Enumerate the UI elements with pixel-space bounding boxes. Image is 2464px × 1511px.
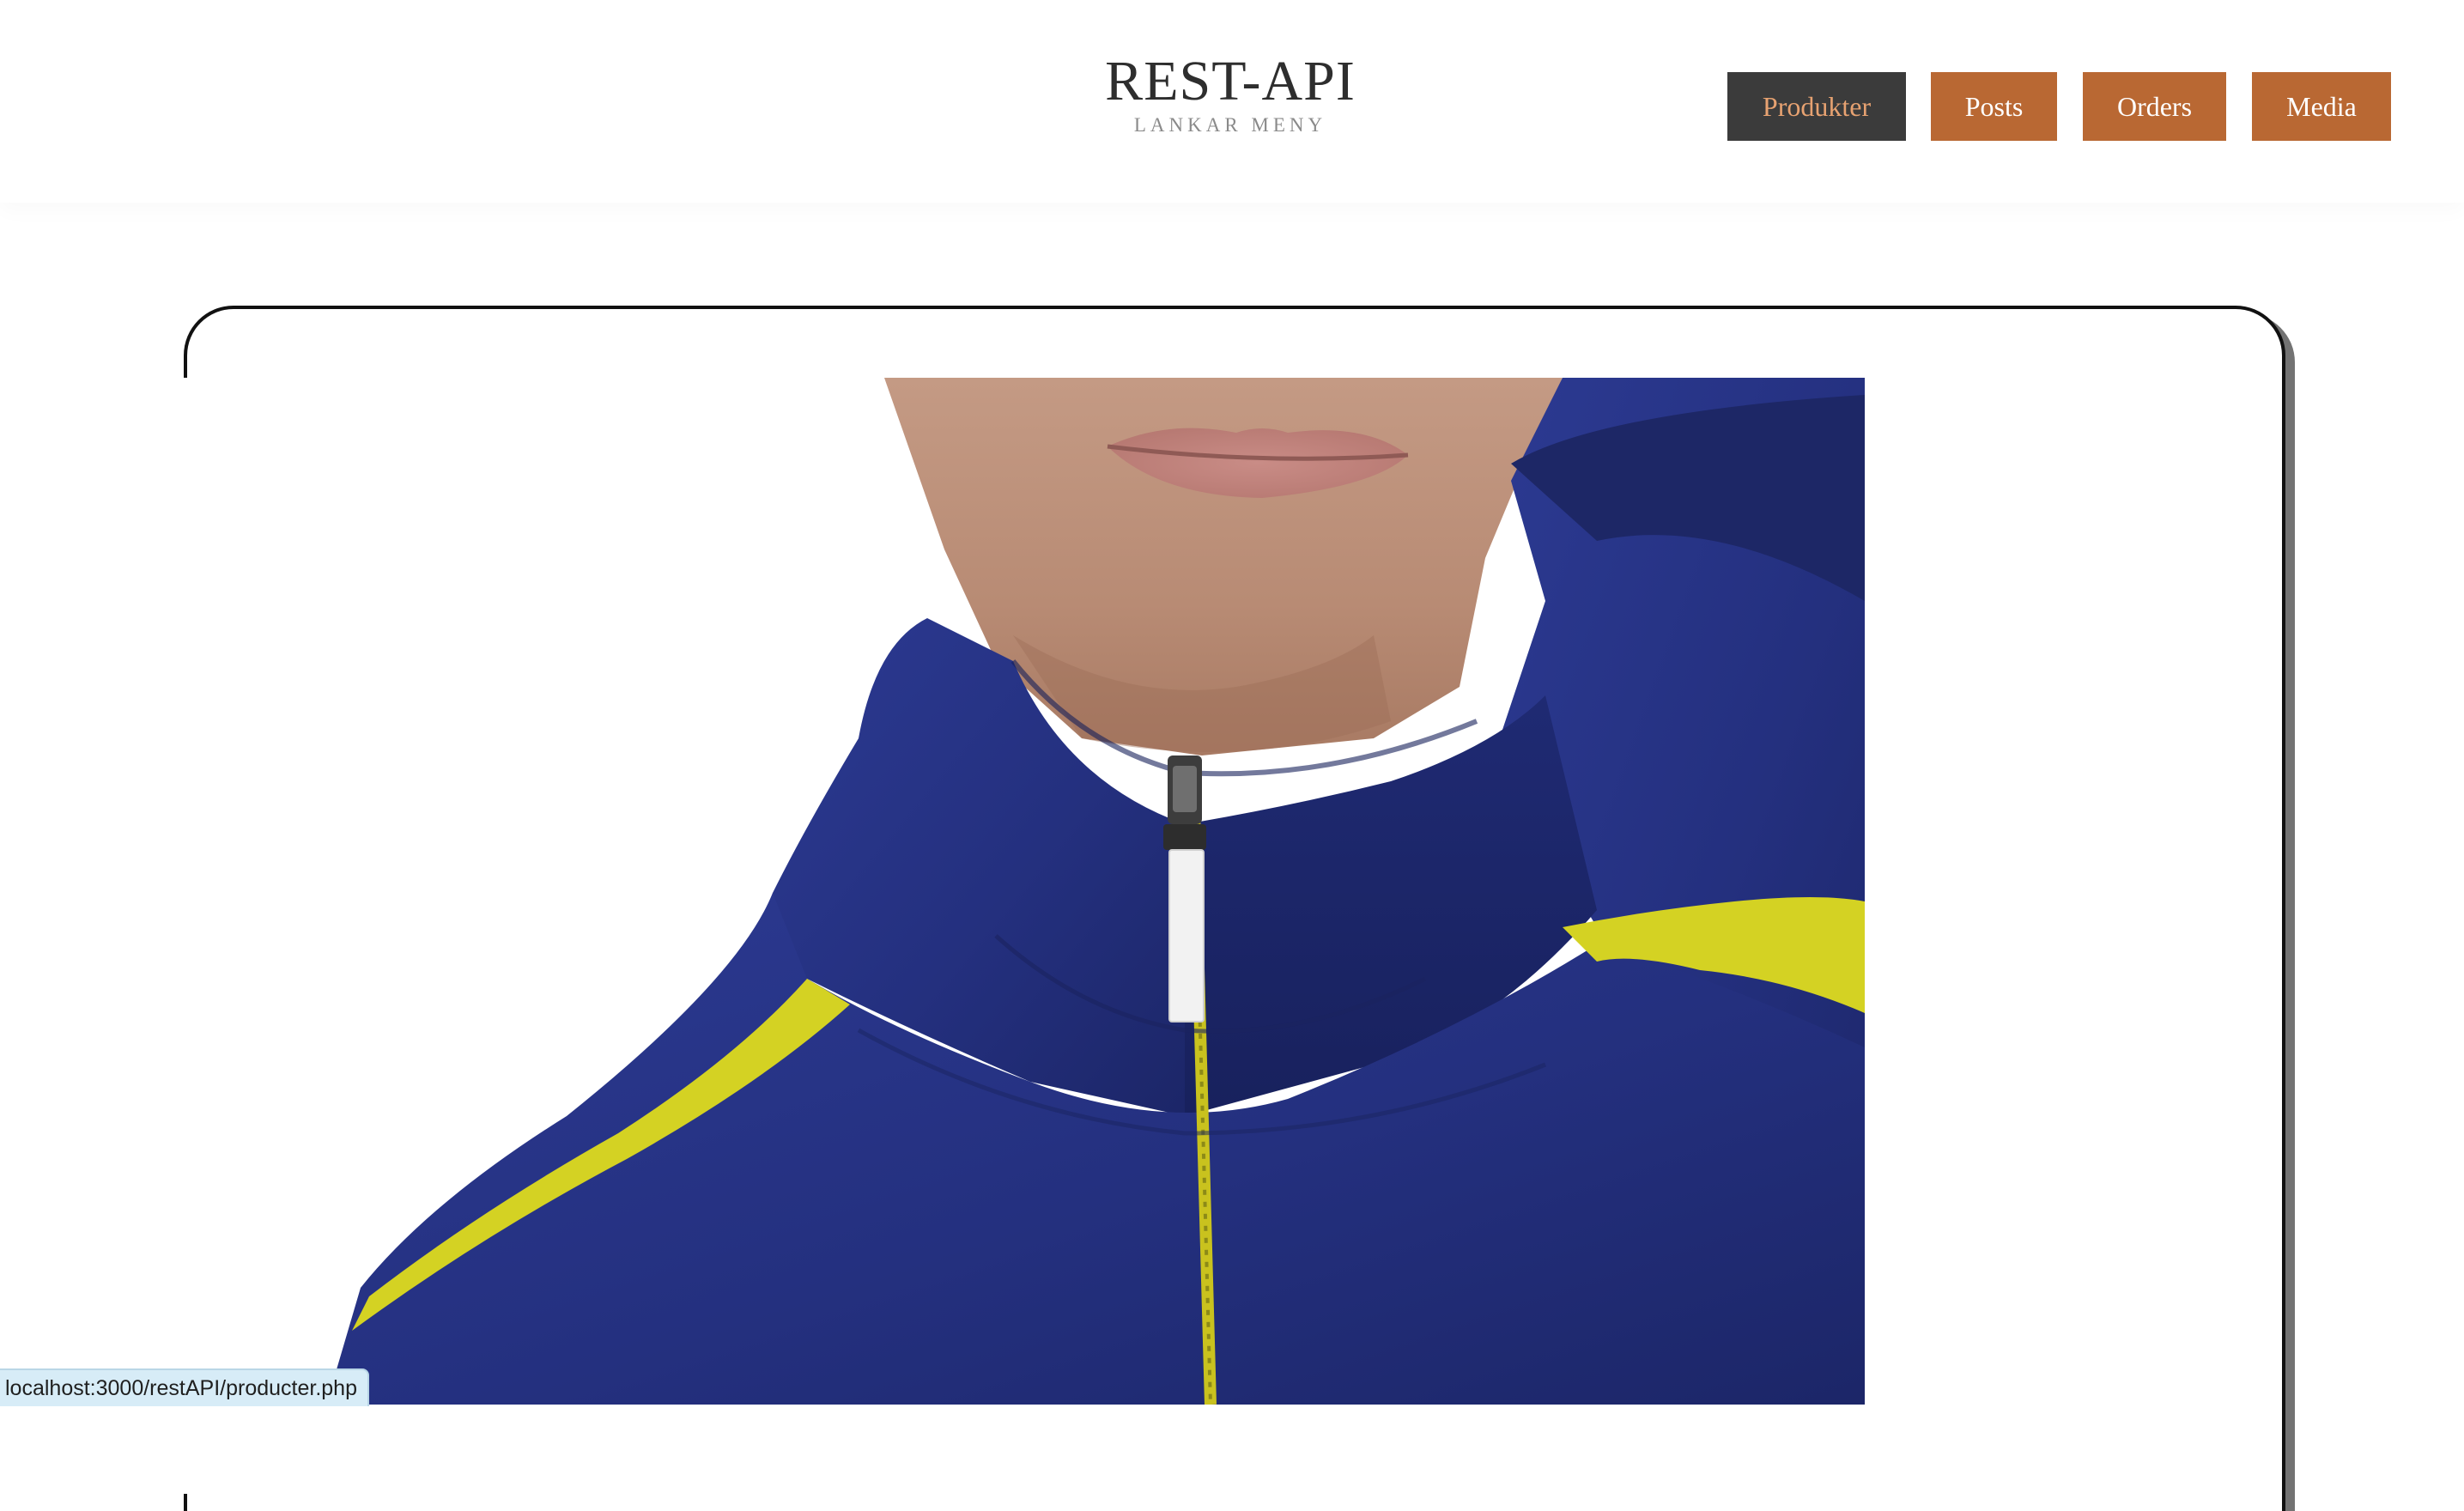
nav-media-button[interactable]: Media	[2252, 72, 2391, 141]
nav-orders-button[interactable]: Orders	[2083, 72, 2226, 141]
nav-posts-button[interactable]: Posts	[1931, 72, 2057, 141]
site-header: REST-API LANKAR MENY Produkter Posts Ord…	[0, 0, 2464, 203]
brand-logo[interactable]: REST-API LANKAR MENY	[1102, 53, 1359, 136]
brand-subtitle: LANKAR MENY	[1133, 114, 1327, 136]
hoodie-photo-illustration	[258, 378, 1865, 1405]
product-image	[258, 378, 1865, 1405]
nav-produkter-button[interactable]: Produkter	[1727, 72, 1906, 141]
browser-status-bar: localhost:3000/restAPI/producter.php	[0, 1368, 369, 1406]
card-border-gap	[184, 378, 191, 1494]
brand-title: REST-API	[1105, 50, 1356, 112]
